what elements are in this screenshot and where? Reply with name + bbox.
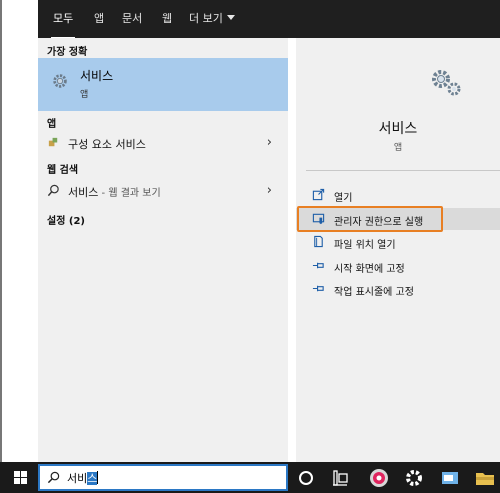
pin-icon (312, 285, 324, 292)
folder-icon[interactable] (473, 466, 497, 490)
app-window-icon[interactable] (438, 466, 462, 490)
search-icon (47, 184, 59, 197)
details-panel: 서비스 앱 열기 관리자 권한으로 실행 파일 위치 열기 시작 화면에 고정 (296, 38, 500, 462)
settings-heading[interactable]: 설정 (2) (47, 212, 85, 227)
tab-documents[interactable]: 문서 (122, 10, 142, 28)
tab-apps[interactable]: 앱 (94, 10, 104, 28)
app-title: 서비스 (378, 121, 418, 137)
action-label: 열기 (334, 193, 353, 204)
action-label: 관리자 권한으로 실행 (334, 217, 424, 228)
web-search-item[interactable]: 서비스 - 웹 결과 보기 › (38, 180, 288, 202)
tab-all[interactable]: 모두 (50, 10, 76, 39)
tab-more-label: 더 보기 (189, 12, 223, 25)
app-subtitle: 앱 (393, 143, 403, 153)
component-services-icon (48, 137, 58, 147)
taskbar-search-box[interactable]: 서비스 (38, 464, 288, 491)
action-run-as-admin[interactable]: 관리자 권한으로 실행 (296, 206, 500, 232)
tab-more[interactable]: 더 보기 (189, 10, 235, 28)
settings-gear-icon[interactable] (402, 466, 426, 490)
action-label: 파일 위치 열기 (334, 240, 396, 251)
pin-icon (312, 262, 324, 269)
gear-icon (53, 74, 67, 88)
gear-icon (432, 70, 461, 96)
action-open-file-location[interactable]: 파일 위치 열기 (296, 231, 500, 253)
action-pin-to-taskbar[interactable]: 작업 표시줄에 고정 (296, 278, 500, 300)
text-cursor (97, 471, 99, 484)
taskbar: 서비스 (0, 462, 500, 493)
search-typed-text: 서비 (67, 472, 88, 485)
chrome-icon[interactable] (367, 466, 391, 490)
search-selected-text: 스 (87, 472, 98, 485)
windows-start-icon[interactable] (14, 471, 27, 484)
run-as-admin-icon (312, 213, 325, 225)
chevron-down-icon (226, 15, 235, 20)
action-label: 시작 화면에 고정 (334, 264, 405, 275)
search-scope-tabs: 모두 앱 문서 웹 더 보기 (38, 0, 500, 39)
best-match-item[interactable]: 서비스 앱 (38, 58, 288, 111)
task-view-icon[interactable] (328, 466, 352, 490)
web-search-label: 서비스 - 웹 결과 보기 (68, 184, 161, 200)
window-edge (0, 0, 2, 462)
apps-heading: 앱 (47, 119, 57, 130)
web-search-hint: - 웹 결과 보기 (98, 188, 161, 199)
action-open[interactable]: 열기 (296, 184, 500, 206)
results-panel: 가장 정확 서비스 앱 앱 구성 요소 서비스 › 웹 검색 서비스 - 웹 결… (38, 38, 288, 462)
web-search-heading: 웹 검색 (47, 165, 79, 176)
best-match-heading: 가장 정확 (47, 47, 88, 58)
divider (306, 170, 500, 171)
chevron-right-icon[interactable]: › (267, 183, 272, 198)
best-match-subtitle: 앱 (80, 90, 89, 100)
search-icon (47, 471, 60, 484)
tab-web[interactable]: 웹 (162, 10, 172, 28)
best-match-title: 서비스 (80, 69, 114, 83)
action-label: 작업 표시줄에 고정 (334, 287, 414, 298)
app-item-label: 구성 요소 서비스 (68, 138, 146, 151)
web-search-term: 서비스 (68, 186, 99, 199)
file-location-icon (314, 235, 323, 248)
search-input[interactable]: 서비스 (67, 470, 99, 486)
action-pin-to-start[interactable]: 시작 화면에 고정 (296, 255, 500, 277)
cortana-icon[interactable] (294, 466, 318, 490)
open-icon (312, 188, 325, 201)
